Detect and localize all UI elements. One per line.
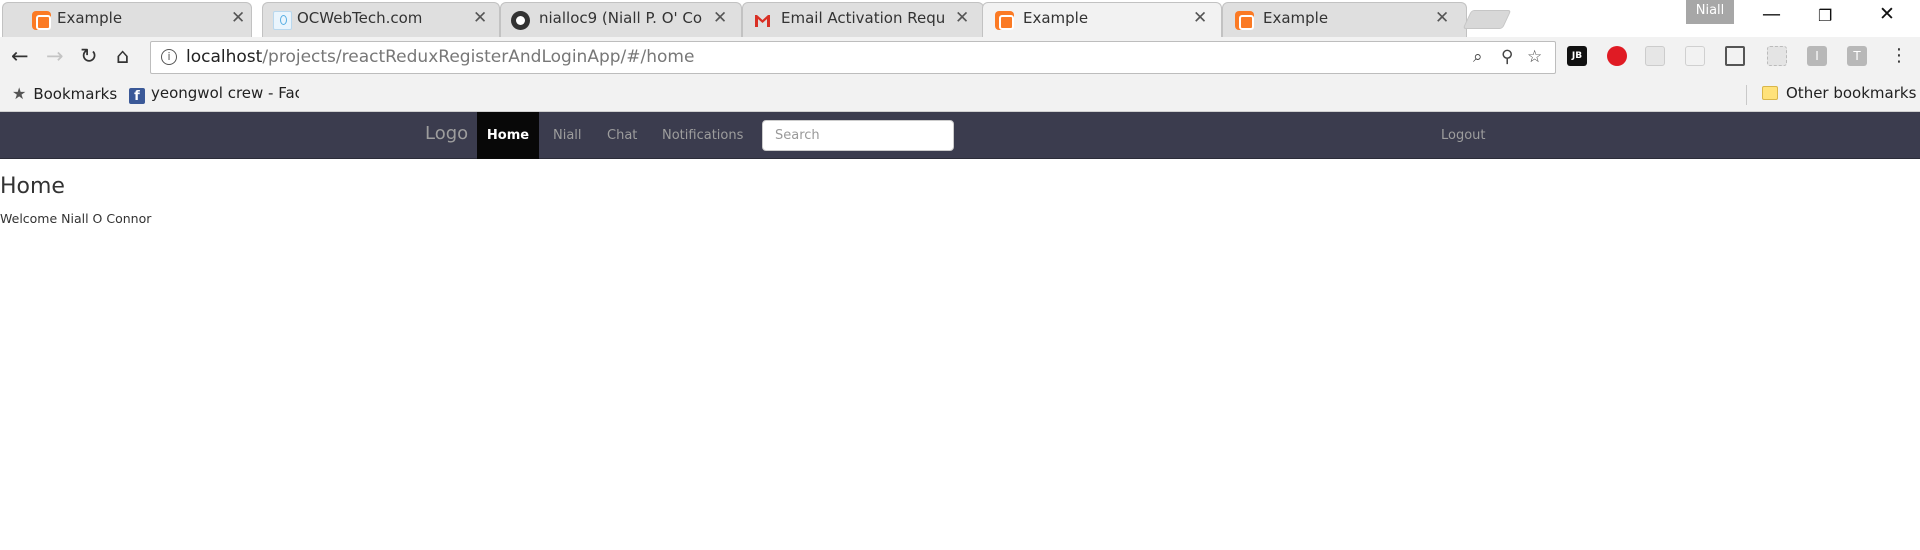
nav-home[interactable]: Home (477, 112, 539, 159)
close-window-icon[interactable]: ✕ (1879, 3, 1895, 25)
other-bookmarks-label: Other bookmarks (1786, 84, 1917, 102)
url-text[interactable]: localhost/projects/reactReduxRegisterAnd… (186, 47, 694, 67)
bookmark-label: Bookmarks (33, 85, 118, 103)
github-icon (511, 11, 530, 30)
home-icon[interactable]: ⌂ (116, 44, 129, 68)
url-path: /projects/reactReduxRegisterAndLoginApp/… (262, 47, 695, 67)
close-icon[interactable]: ✕ (713, 8, 727, 28)
address-bar[interactable]: i localhost/projects/reactReduxRegisterA… (150, 41, 1556, 74)
browser-tab-active[interactable]: Example ✕ (982, 2, 1222, 37)
close-icon[interactable]: ✕ (1435, 8, 1449, 28)
tab-title: nialloc9 (Niall P. O' Conn (539, 9, 702, 27)
tab-strip: Example ✕ OCWebTech.com ✕ nialloc9 (Nial… (0, 0, 1920, 37)
tab-title: OCWebTech.com (297, 9, 423, 27)
facebook-icon: f (129, 88, 145, 104)
i-extension-icon[interactable]: I (1807, 46, 1827, 66)
nav-chat[interactable]: Chat (593, 112, 651, 159)
xampp-icon (32, 11, 51, 30)
tab-title: Example (57, 9, 123, 27)
jetbrains-extension-icon[interactable]: JB (1567, 46, 1587, 66)
browser-tab[interactable]: Example ✕ (1222, 2, 1467, 37)
ocwebtech-icon (273, 11, 292, 30)
tab-title: Example (1263, 9, 1329, 27)
gmail-icon (753, 11, 772, 30)
cast-icon[interactable] (1725, 46, 1745, 66)
minimize-icon[interactable]: — (1762, 3, 1781, 25)
menu-icon[interactable]: ⋮ (1890, 45, 1908, 66)
nav-niall[interactable]: Niall (539, 112, 596, 159)
close-icon[interactable]: ✕ (1193, 8, 1207, 28)
t-extension-icon[interactable]: T (1847, 46, 1867, 66)
brand-logo[interactable]: Logo (425, 123, 468, 144)
nav-notifications[interactable]: Notifications (648, 112, 757, 159)
xampp-icon (995, 11, 1014, 30)
screen-extension-icon[interactable] (1685, 46, 1705, 66)
bookmarks-bar: ★ Bookmarks f yeongwol crew - Face Other b… (0, 79, 1920, 112)
search-input[interactable] (762, 120, 954, 151)
browser-toolbar: ← → ↻ ⌂ i localhost/projects/reactReduxR… (0, 37, 1920, 79)
opera-extension-icon[interactable] (1607, 46, 1627, 66)
star-icon: ★ (12, 84, 27, 103)
welcome-message: Welcome Niall O Connor (0, 211, 152, 226)
other-bookmarks-button[interactable]: Other bookmarks (1762, 84, 1916, 102)
logout-link[interactable]: Logout (1427, 112, 1500, 159)
url-host: localhost (186, 47, 263, 67)
folder-icon (1762, 86, 1778, 100)
back-icon[interactable]: ← (11, 44, 29, 68)
tab-title: Email Activation Request (781, 9, 946, 27)
close-icon[interactable]: ✕ (955, 8, 969, 28)
tab-title: Example (1023, 9, 1089, 27)
bookmarks-separator (1746, 85, 1747, 105)
app-navbar: Logo Home Niall Chat Notifications Logou… (0, 112, 1920, 159)
profile-button[interactable]: Niall (1686, 0, 1734, 24)
new-tab-button[interactable] (1462, 10, 1512, 29)
browser-tab[interactable]: Email Activation Request ✕ (742, 2, 984, 37)
close-icon[interactable]: ✕ (231, 8, 245, 28)
zoom-icon[interactable]: ⌕ (1473, 47, 1483, 67)
close-icon[interactable]: ✕ (473, 8, 487, 28)
page-title: Home (0, 174, 65, 199)
site-info-icon[interactable]: i (161, 49, 177, 65)
reload-icon[interactable]: ↻ (80, 44, 98, 68)
bookmark-facebook[interactable]: f yeongwol crew - Face (129, 84, 299, 104)
browser-tab[interactable]: nialloc9 (Niall P. O' Conn ✕ (500, 2, 742, 37)
bookmark-star-icon[interactable]: ☆ (1527, 47, 1542, 67)
browser-tab[interactable]: OCWebTech.com ✕ (262, 2, 500, 37)
capture-extension-icon[interactable] (1767, 46, 1787, 66)
browser-tab[interactable]: Example ✕ (2, 2, 252, 37)
forward-icon[interactable]: → (46, 44, 64, 68)
window-extension-icon[interactable] (1645, 46, 1665, 66)
xampp-icon (1235, 11, 1254, 30)
bookmarks-button[interactable]: ★ Bookmarks (12, 84, 117, 103)
bookmark-label: yeongwol crew - Face (151, 84, 299, 102)
extension-pin-icon[interactable]: ⚲ (1501, 47, 1513, 67)
restore-icon[interactable]: ❐ (1818, 6, 1832, 25)
